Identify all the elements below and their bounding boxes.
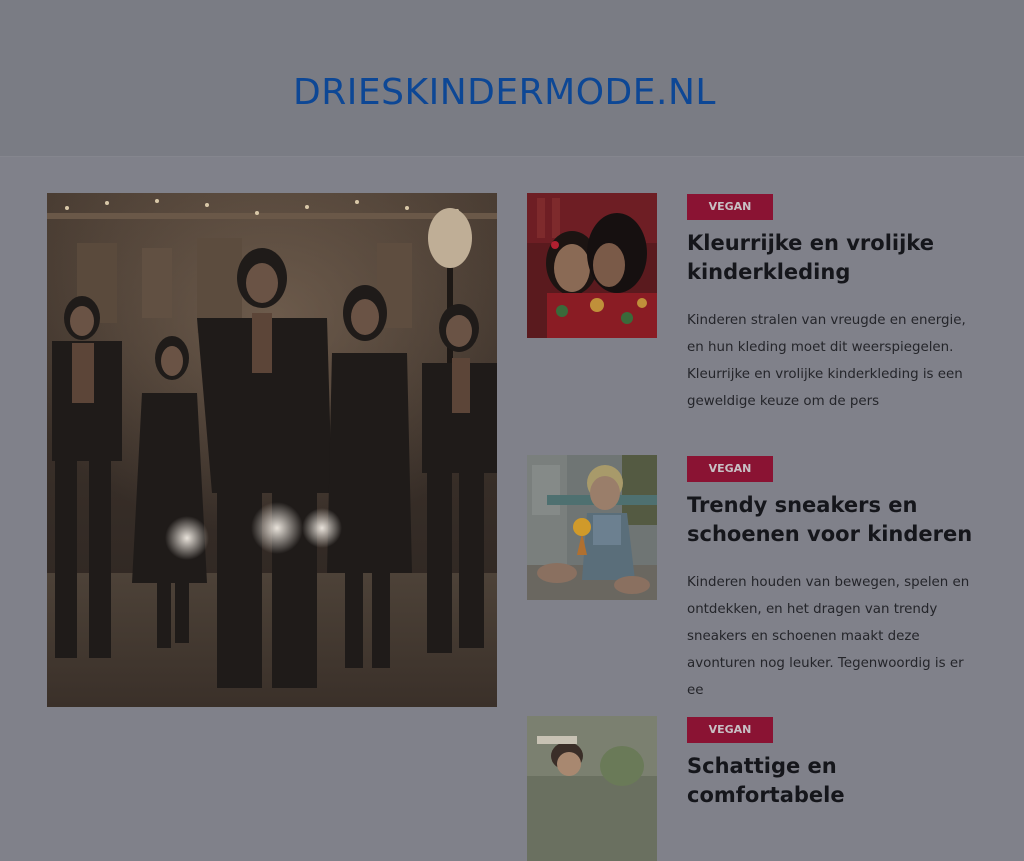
post-title-link[interactable]: Schattige en comfortabele [687, 752, 987, 810]
site-header: DRIESKINDERMODE.NL [0, 0, 1024, 157]
site-title-link[interactable]: DRIESKINDERMODE.NL [0, 72, 1009, 113]
post-thumbnail[interactable] [527, 716, 657, 861]
post-excerpt: Kinderen houden van bewegen, spelen en o… [687, 575, 970, 698]
category-badge[interactable]: VEGAN [687, 194, 773, 220]
category-badge[interactable]: VEGAN [687, 717, 773, 743]
hero-image[interactable] [47, 193, 497, 707]
post-thumbnail[interactable] [527, 193, 657, 338]
hero-photo-people-walking [47, 193, 497, 707]
post-photo-two-girls [527, 193, 657, 338]
post-photo-child-ice-cream [527, 455, 657, 600]
post-thumbnail[interactable] [527, 455, 657, 600]
post-photo-baby [527, 716, 657, 861]
post-title-link[interactable]: Kleurrijke en vrolijke kinderkleding [687, 229, 987, 287]
post-excerpt: Kinderen stralen van vreugde en energie,… [687, 313, 966, 409]
post-title-link[interactable]: Trendy sneakers en schoenen voor kindere… [687, 491, 987, 549]
category-badge[interactable]: VEGAN [687, 456, 773, 482]
